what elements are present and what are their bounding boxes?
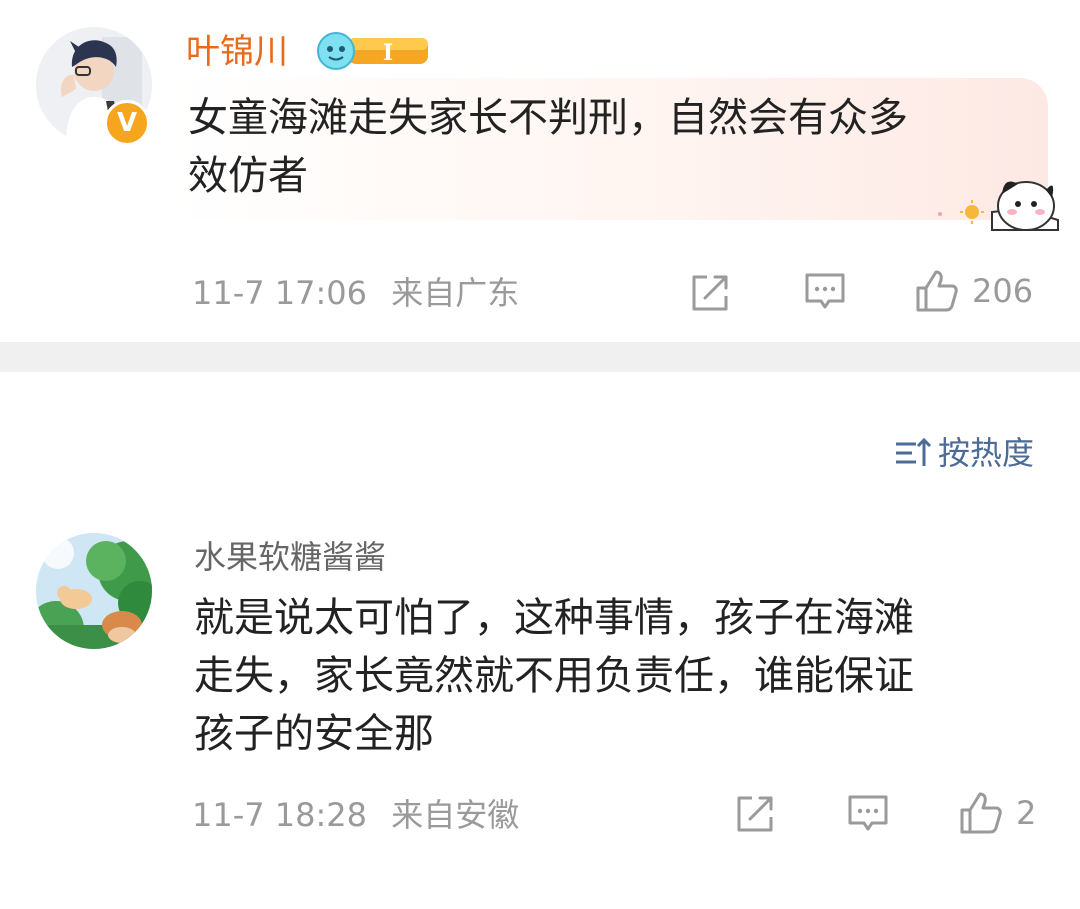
comment-icon <box>848 795 888 831</box>
sort-icon <box>895 437 932 466</box>
comment-location: 来自安徽 <box>391 796 520 834</box>
comment-button[interactable] <box>803 271 847 313</box>
post-location: 来自广东 <box>391 274 520 312</box>
post-timestamp: 11-7 17:06 <box>192 274 368 312</box>
post-content: 女童海滩走失家长不判刑，自然会有众多 效仿者 <box>188 89 908 205</box>
verified-badge-icon: V <box>104 100 150 146</box>
share-icon <box>692 275 728 311</box>
share-icon <box>737 796 773 832</box>
comment-timestamp: 11-7 18:28 <box>192 796 368 834</box>
comment-content: 就是说太可怕了，这种事情，孩子在海滩 走失，家长竟然就不用负责任，谁能保证 孩子… <box>194 589 914 763</box>
post-card: V 叶锦川 I 女童海滩走失家长不判刑，自然会有众多 效仿者 11-7 17:0… <box>0 0 1080 342</box>
like-count: 206 <box>972 272 1034 310</box>
comment-icon <box>805 273 845 309</box>
commenter-avatar[interactable] <box>36 533 152 649</box>
post-content-line: 效仿者 <box>188 153 308 199</box>
level-badge-icon: I <box>317 32 428 70</box>
avatar-illustration <box>36 533 152 649</box>
like-button[interactable]: 206 <box>914 268 1033 314</box>
comment-reply-button[interactable] <box>846 793 890 835</box>
comment-like-count: 2 <box>1016 794 1037 832</box>
comment-meta: 11-7 18:28 来自安徽 <box>192 795 519 835</box>
comment-share-button[interactable] <box>734 793 776 835</box>
comment-content-line: 孩子的安全那 <box>194 711 434 757</box>
comment-content-line: 走失，家长竟然就不用负责任，谁能保证 <box>194 653 914 699</box>
share-button[interactable] <box>689 272 731 314</box>
level-badge-text: I <box>383 40 393 66</box>
thumbs-up-icon <box>960 792 1002 834</box>
sort-label: 按热度 <box>937 434 1034 472</box>
comment-content-line: 就是说太可怕了，这种事情，孩子在海滩 <box>194 595 914 641</box>
thumbs-up-icon <box>916 270 958 312</box>
post-author-name[interactable]: 叶锦川 <box>186 30 288 74</box>
post-content-line: 女童海滩走失家长不判刑，自然会有众多 <box>188 95 908 141</box>
section-divider <box>0 342 1080 372</box>
sort-by-hot-button[interactable]: 按热度 <box>894 433 1034 473</box>
comment-author-name[interactable]: 水果软糖酱酱 <box>194 536 386 578</box>
comment-like-button[interactable]: 2 <box>958 790 1036 836</box>
puppy-sticker-icon <box>938 181 1059 231</box>
post-meta: 11-7 17:06 来自广东 <box>192 273 519 313</box>
